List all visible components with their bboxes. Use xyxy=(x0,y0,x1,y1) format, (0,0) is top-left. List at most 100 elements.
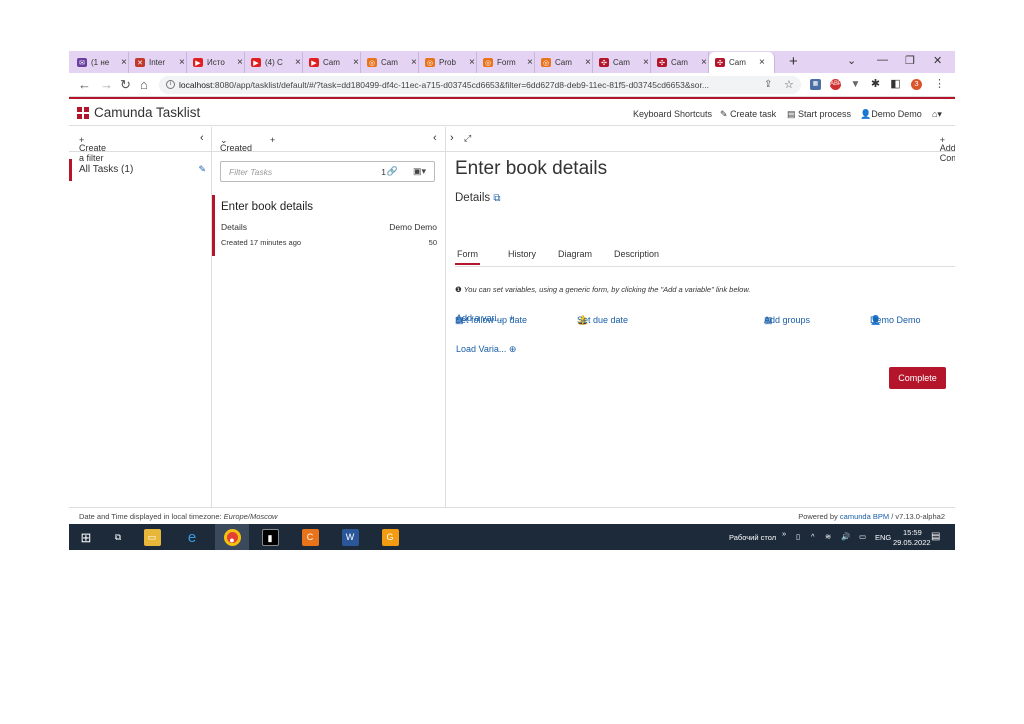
tab-form[interactable]: Form xyxy=(455,249,480,265)
taskbar-terminal[interactable]: ▮ xyxy=(253,524,287,550)
filter-item-all-tasks[interactable]: All Tasks (1) ✎ xyxy=(69,159,212,181)
clock-time[interactable]: 15:59 xyxy=(903,528,922,537)
chevron-down-icon[interactable]: ⌄ xyxy=(847,54,856,67)
close-icon[interactable]: × xyxy=(527,57,533,68)
complete-button[interactable]: Complete xyxy=(889,367,946,389)
close-icon[interactable]: × xyxy=(295,57,301,68)
add-variable-link[interactable]: Add a vari... + xyxy=(456,313,514,323)
browser-tab[interactable]: ◎ Prob × xyxy=(419,52,477,73)
clock-date[interactable]: 29.05.2022 xyxy=(893,538,931,547)
taskbar-chrome[interactable]: ● xyxy=(215,524,249,550)
minimize-icon[interactable]: — xyxy=(877,54,888,66)
new-tab-button[interactable]: + xyxy=(789,53,798,70)
chevron-icon[interactable]: » xyxy=(782,529,786,538)
form-hint: ❶ You can set variables, using a generic… xyxy=(455,285,751,294)
task-view-button[interactable]: ⧉ xyxy=(101,524,135,550)
forward-icon[interactable]: → xyxy=(100,77,113,92)
wifi-icon[interactable]: ≋ xyxy=(825,532,831,541)
back-icon[interactable]: ← xyxy=(78,77,91,92)
browser-tab[interactable]: ✕ Inter × xyxy=(129,52,187,73)
browser-tab[interactable]: ◎ Cam × xyxy=(361,52,419,73)
camunda-link[interactable]: camunda BPM xyxy=(840,512,889,521)
share-icon[interactable]: ⇪ xyxy=(764,79,772,90)
vue-icon[interactable]: ▼ xyxy=(850,79,861,90)
task-title: Enter book details xyxy=(455,158,608,179)
browser-tab[interactable]: ✣ Cam × xyxy=(593,52,651,73)
save-dropdown-icon[interactable]: ▣▾ xyxy=(413,166,426,177)
notifications-icon[interactable]: ▤ xyxy=(931,531,940,542)
language-indicator[interactable]: ENG xyxy=(875,533,891,542)
browser-tab[interactable]: ▶ Исто × xyxy=(187,52,245,73)
keyboard-shortcuts-link[interactable]: Keyboard Shortcuts xyxy=(633,109,712,119)
close-icon[interactable]: × xyxy=(469,57,475,68)
fullscreen-icon[interactable]: ⤢ xyxy=(464,133,471,144)
tab-history[interactable]: History xyxy=(508,249,536,259)
task-list-item[interactable]: Enter book details Details Demo Demo Cre… xyxy=(212,195,445,256)
taskbar-app[interactable]: C xyxy=(293,524,327,550)
start-button[interactable]: ⊞ xyxy=(69,524,103,550)
filter-tasks-input[interactable]: Filter Tasks 1 🔗 ▣▾ xyxy=(220,161,435,182)
download-icon: ⊕ xyxy=(508,344,517,354)
collapse-left-icon[interactable]: ‹ xyxy=(200,132,204,144)
create-task-link[interactable]: ✎ Create task xyxy=(720,109,776,120)
battery-icon[interactable]: ▭ xyxy=(859,532,866,541)
screenshot-frame: ✉ (1 не × ✕ Inter × ▶ Исто × ▶ (4) C × ▶ Cam × ◎ Ca… xyxy=(69,51,955,550)
add-comment-button[interactable]: Add Comment + xyxy=(940,135,955,163)
puzzle-icon[interactable]: ✱ xyxy=(870,79,881,90)
menu-icon[interactable]: ⋮ xyxy=(934,77,945,90)
home-menu-icon[interactable]: ⌂▾ xyxy=(932,109,942,120)
close-icon[interactable]: × xyxy=(411,57,417,68)
browser-tab[interactable]: ✉ (1 не × xyxy=(71,52,129,73)
process-link[interactable]: Details ⧉ xyxy=(455,192,501,204)
browser-tab[interactable]: ▶ Cam × xyxy=(303,52,361,73)
close-icon[interactable]: × xyxy=(353,57,359,68)
close-icon[interactable]: × xyxy=(759,57,765,68)
close-icon[interactable]: × xyxy=(585,57,591,68)
sidepanel-icon[interactable]: ◧ xyxy=(890,79,901,90)
taskbar-word[interactable]: W xyxy=(333,524,367,550)
link-icon[interactable]: 🔗 xyxy=(387,166,398,177)
taskbar-edge[interactable]: e xyxy=(175,524,209,550)
add-sort-button[interactable]: + xyxy=(270,135,275,145)
youtube-icon: ▶ xyxy=(309,58,319,67)
tab-diagram[interactable]: Diagram xyxy=(558,249,592,259)
adblock-icon[interactable]: ABP xyxy=(830,79,842,90)
taskbar-app2[interactable]: G xyxy=(373,524,407,550)
usb-icon[interactable]: ▯ xyxy=(796,532,800,541)
close-icon[interactable]: × xyxy=(643,57,649,68)
tab-description[interactable]: Description xyxy=(614,249,659,259)
expand-right-icon[interactable]: › xyxy=(450,132,454,144)
extension-icon[interactable]: ▦ xyxy=(810,79,821,90)
tray-up-icon[interactable]: ^ xyxy=(811,532,815,541)
browser-tab[interactable]: ◎ Form × xyxy=(477,52,535,73)
close-icon[interactable]: × xyxy=(121,57,127,68)
restore-icon[interactable]: ❐ xyxy=(905,54,915,67)
browser-tab[interactable]: ✣ Cam × xyxy=(651,52,709,73)
volume-icon[interactable]: 🔊 xyxy=(841,532,850,541)
close-icon[interactable]: × xyxy=(701,57,707,68)
close-icon[interactable]: × xyxy=(179,57,185,68)
desktop-toolbar[interactable]: Рабочий стол xyxy=(729,533,776,542)
close-icon[interactable]: × xyxy=(870,315,878,325)
brand[interactable]: Camunda Tasklist xyxy=(77,105,200,120)
user-menu[interactable]: 👤Demo Demo xyxy=(860,109,922,120)
profile-avatar[interactable]: З xyxy=(911,79,922,90)
bookmark-star-icon[interactable]: ☆ xyxy=(784,78,794,91)
sort-dropdown[interactable]: Created ⌄ xyxy=(220,135,252,153)
close-window-icon[interactable]: ✕ xyxy=(933,54,942,67)
task-list-column: Created ⌄ + ‹ Filter Tasks 1 🔗 ▣▾ Enter … xyxy=(212,127,446,507)
load-variables-link[interactable]: Load Varia... ⊕ xyxy=(456,344,516,355)
collapse-left-icon[interactable]: ‹ xyxy=(433,132,437,144)
browser-tab[interactable]: ◎ Cam × xyxy=(535,52,593,73)
home-icon[interactable]: ⌂ xyxy=(140,77,148,92)
pencil-icon[interactable]: ✎ xyxy=(198,164,206,175)
folder-icon: ▭ xyxy=(143,528,161,546)
close-icon[interactable]: × xyxy=(237,57,243,68)
address-bar[interactable]: i localhost:8080/app/tasklist/default/#/… xyxy=(159,76,801,94)
browser-tab-active[interactable]: ✣ Cam × xyxy=(709,52,775,73)
start-process-link[interactable]: ▤ Start process xyxy=(787,109,851,120)
create-filter-button[interactable]: Create a filter + xyxy=(79,135,106,163)
taskbar-explorer[interactable]: ▭ xyxy=(135,524,169,550)
reload-icon[interactable]: ↻ xyxy=(120,77,131,93)
browser-tab[interactable]: ▶ (4) C × xyxy=(245,52,303,73)
